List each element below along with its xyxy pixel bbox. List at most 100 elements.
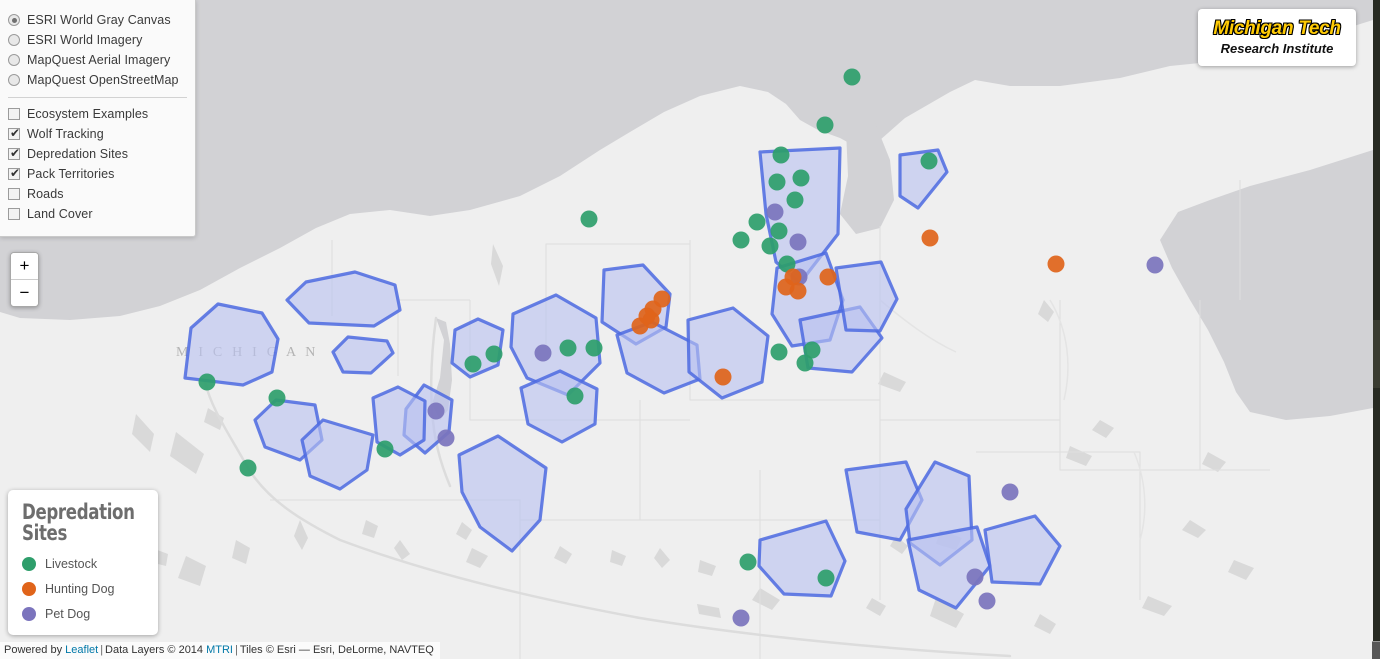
depredation-marker-livestock[interactable]	[770, 222, 788, 240]
depredation-marker-hunting-dog[interactable]	[789, 282, 807, 300]
depredation-marker-livestock[interactable]	[817, 569, 835, 587]
layers-control-divider	[8, 97, 187, 98]
legend-label-livestock: Livestock	[45, 557, 98, 571]
depredation-marker-livestock[interactable]	[732, 231, 750, 249]
depredation-marker-pet-dog[interactable]	[427, 402, 445, 420]
logo-line-research-institute: Research Institute	[1220, 40, 1334, 56]
legend-item-livestock: Livestock	[22, 557, 144, 571]
depredation-marker-livestock[interactable]	[580, 210, 598, 228]
depredation-marker-livestock[interactable]	[566, 387, 584, 405]
overlay-label-depredation-sites: Depredation Sites	[27, 147, 129, 161]
leaflet-link[interactable]: Leaflet	[65, 644, 98, 656]
depredation-marker-livestock[interactable]	[239, 459, 257, 477]
legend-swatch-pet-dog	[22, 607, 36, 621]
checkbox-roads[interactable]	[8, 188, 20, 200]
legend-swatch-livestock	[22, 557, 36, 571]
overlay-option-pack-territories[interactable]: Pack Territories	[8, 164, 187, 184]
checkbox-depredation-sites[interactable]	[8, 147, 21, 160]
depredation-marker-livestock[interactable]	[748, 213, 766, 231]
legend-title: Depredation Sites	[22, 500, 135, 545]
checkbox-pack-territories[interactable]	[8, 167, 21, 180]
depredation-sites-layer[interactable]	[0, 0, 1373, 659]
depredation-marker-livestock[interactable]	[464, 355, 482, 373]
basemap-option-mapquest-aerial-imagery[interactable]: MapQuest Aerial Imagery	[8, 50, 187, 70]
depredation-marker-livestock[interactable]	[376, 440, 394, 458]
overlay-option-ecosystem-examples[interactable]: Ecosystem Examples	[8, 104, 187, 124]
depredation-marker-pet-dog[interactable]	[766, 203, 784, 221]
basemap-label-mapquest-aerial-imagery: MapQuest Aerial Imagery	[27, 53, 171, 67]
overlay-label-roads: Roads	[27, 187, 64, 201]
depredation-marker-hunting-dog[interactable]	[714, 368, 732, 386]
depredation-marker-hunting-dog[interactable]	[642, 311, 660, 329]
overlay-label-pack-territories: Pack Territories	[27, 167, 115, 181]
checkbox-ecosystem-examples[interactable]	[8, 108, 20, 120]
overlay-label-ecosystem-examples: Ecosystem Examples	[27, 107, 149, 121]
overlay-option-roads[interactable]: Roads	[8, 184, 187, 204]
depredation-marker-livestock[interactable]	[792, 169, 810, 187]
radio-esri-world-gray-canvas[interactable]	[8, 14, 20, 26]
depredation-marker-pet-dog[interactable]	[1001, 483, 1019, 501]
map-attribution: Powered by Leaflet | Data Layers © 2014 MT…	[0, 642, 440, 659]
basemap-option-mapquest-openstreetmap[interactable]: MapQuest OpenStreetMap	[8, 70, 187, 90]
checkbox-land-cover[interactable]	[8, 208, 20, 220]
mtri-link[interactable]: MTRI	[206, 644, 233, 656]
depredation-marker-pet-dog[interactable]	[966, 568, 984, 586]
depredation-marker-livestock[interactable]	[739, 553, 757, 571]
attribution-tiles: Tiles © Esri — Esri, DeLorme, NAVTEQ	[239, 644, 434, 656]
basemap-option-esri-world-gray-canvas[interactable]: ESRI World Gray Canvas	[8, 10, 187, 30]
depredation-marker-hunting-dog[interactable]	[819, 268, 837, 286]
radio-mapquest-aerial-imagery[interactable]	[8, 54, 20, 66]
legend-label-hunting-dog: Hunting Dog	[45, 582, 115, 596]
depredation-marker-pet-dog[interactable]	[534, 344, 552, 362]
radio-esri-world-imagery[interactable]	[8, 34, 20, 46]
depredation-marker-pet-dog[interactable]	[789, 233, 807, 251]
overlay-option-depredation-sites[interactable]: Depredation Sites	[8, 144, 187, 164]
attribution-separator-2: |	[235, 644, 238, 656]
depredation-marker-livestock[interactable]	[198, 373, 216, 391]
zoom-control[interactable]: + −	[10, 252, 39, 307]
leaflet-map[interactable]: M I C H I G A N Powered by Leaflet|Data …	[0, 0, 1373, 659]
legend-swatch-hunting-dog	[22, 582, 36, 596]
depredation-marker-livestock[interactable]	[920, 152, 938, 170]
radio-mapquest-openstreetmap[interactable]	[8, 74, 20, 86]
overlay-option-land-cover[interactable]: Land Cover	[8, 204, 187, 224]
depredation-marker-hunting-dog[interactable]	[1047, 255, 1065, 273]
depredation-marker-livestock[interactable]	[768, 173, 786, 191]
basemap-radio-group[interactable]: ESRI World Gray Canvas ESRI World Imagery…	[8, 10, 187, 90]
depredation-marker-livestock[interactable]	[761, 237, 779, 255]
depredation-marker-livestock[interactable]	[803, 341, 821, 359]
checkbox-wolf-tracking[interactable]	[8, 127, 21, 140]
depredation-marker-livestock[interactable]	[585, 339, 603, 357]
depredation-marker-livestock[interactable]	[268, 389, 286, 407]
window-corner-element	[1372, 641, 1380, 659]
overlay-option-wolf-tracking[interactable]: Wolf Tracking	[8, 124, 187, 144]
layers-control-panel[interactable]: ESRI World Gray Canvas ESRI World Imagery…	[0, 0, 196, 237]
depredation-marker-livestock[interactable]	[843, 68, 861, 86]
depredation-marker-pet-dog[interactable]	[732, 609, 750, 627]
depredation-marker-pet-dog[interactable]	[437, 429, 455, 447]
depredation-marker-livestock[interactable]	[772, 146, 790, 164]
depredation-marker-pet-dog[interactable]	[978, 592, 996, 610]
depredation-marker-livestock[interactable]	[485, 345, 503, 363]
legend-item-pet-dog: Pet Dog	[22, 607, 144, 621]
attribution-data-layers: Data Layers © 2014	[105, 644, 207, 656]
legend-item-hunting-dog: Hunting Dog	[22, 582, 144, 596]
zoom-in-button[interactable]: +	[11, 253, 38, 280]
legend-panel: Depredation Sites Livestock Hunting Dog Pe…	[8, 490, 158, 635]
vertical-scrollbar[interactable]	[1373, 0, 1380, 659]
zoom-out-button[interactable]: −	[11, 280, 38, 306]
depredation-marker-livestock[interactable]	[559, 339, 577, 357]
mtri-logo[interactable]: Michigan Tech Research Institute	[1198, 9, 1356, 66]
overlay-checkbox-group[interactable]: Ecosystem Examples Wolf Tracking Depredati…	[8, 104, 187, 224]
depredation-marker-hunting-dog[interactable]	[921, 229, 939, 247]
depredation-marker-livestock[interactable]	[816, 116, 834, 134]
basemap-option-esri-world-imagery[interactable]: ESRI World Imagery	[8, 30, 187, 50]
legend-label-pet-dog: Pet Dog	[45, 607, 91, 621]
scrollbar-thumb[interactable]	[1373, 320, 1380, 388]
depredation-marker-livestock[interactable]	[770, 343, 788, 361]
legend-items: Livestock Hunting Dog Pet Dog	[22, 557, 144, 621]
basemap-label-esri-world-imagery: ESRI World Imagery	[27, 33, 143, 47]
depredation-marker-pet-dog[interactable]	[1146, 256, 1164, 274]
attribution-prefix: Powered by	[4, 644, 66, 656]
depredation-marker-livestock[interactable]	[786, 191, 804, 209]
